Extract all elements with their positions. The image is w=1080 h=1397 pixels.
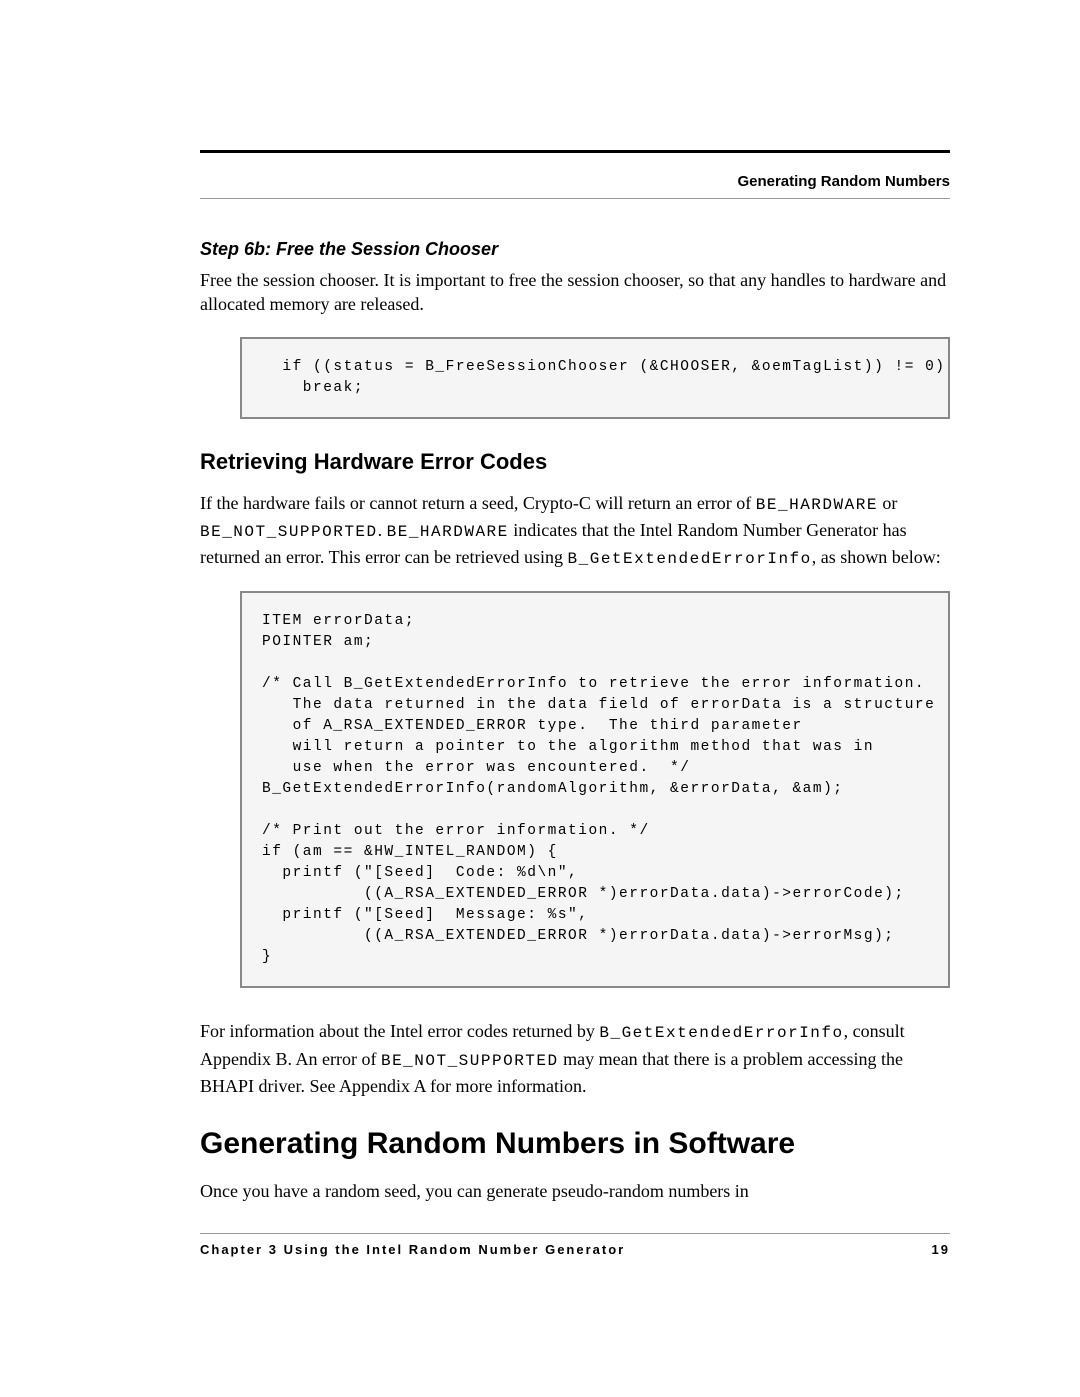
code-inline-be-not-supported: BE_NOT_SUPPORTED [200,523,378,541]
header-thin-rule [200,198,950,199]
section-heading-random-software: Generating Random Numbers in Software [200,1127,950,1161]
page-number: 19 [932,1242,950,1257]
code-inline-get-extended-error: B_GetExtendedErrorInfo [568,550,812,568]
hardware-error-paragraph: If the hardware fails or cannot return a… [200,490,950,572]
code-inline-be-not-supported-2: BE_NOT_SUPPORTED [381,1052,559,1070]
top-rule [200,150,950,153]
code-inline-be-hardware: BE_HARDWARE [756,496,878,514]
page-footer: Chapter 3 Using the Intel Random Number … [200,1242,950,1257]
random-software-intro: Once you have a random seed, you can gen… [200,1179,950,1203]
text-fragment: . [378,520,387,540]
text-fragment: If the hardware fails or cannot return a… [200,493,756,513]
running-header: Generating Random Numbers [200,173,950,190]
code-block-free-chooser: if ((status = B_FreeSessionChooser (&CHO… [240,337,950,419]
footer-chapter: Chapter 3 Using the Intel Random Number … [200,1242,625,1257]
appendix-reference-paragraph: For information about the Intel error co… [200,1018,950,1098]
text-fragment: , as shown below: [812,547,941,567]
text-fragment: For information about the Intel error co… [200,1021,599,1041]
code-inline-get-extended-error-2: B_GetExtendedErrorInfo [599,1024,843,1042]
code-inline-be-hardware-2: BE_HARDWARE [387,523,509,541]
code-block-error-info: ITEM errorData; POINTER am; /* Call B_Ge… [240,591,950,988]
section-heading-hardware-errors: Retrieving Hardware Error Codes [200,449,950,475]
step-body: Free the session chooser. It is importan… [200,268,950,317]
page: Generating Random Numbers Step 6b: Free … [0,0,1080,1397]
text-fragment: or [878,493,898,513]
step-heading: Step 6b: Free the Session Chooser [200,239,950,260]
footer-rule [200,1233,950,1234]
